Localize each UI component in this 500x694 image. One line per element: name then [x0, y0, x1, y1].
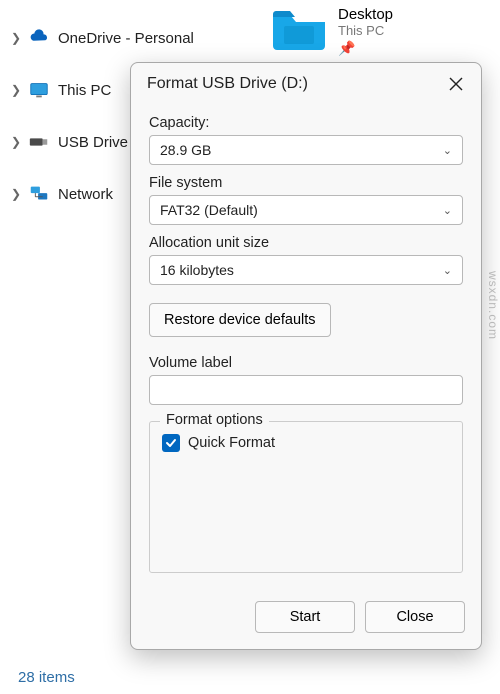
quick-format-label: Quick Format: [188, 435, 275, 451]
tree-item-onedrive[interactable]: ❯ OneDrive - Personal: [0, 18, 220, 58]
tree-item-label: OneDrive - Personal: [58, 30, 194, 47]
allocation-select[interactable]: 16 kilobytes ⌄: [149, 255, 463, 285]
chevron-down-icon: ⌄: [443, 204, 452, 217]
check-icon: [165, 437, 177, 449]
capacity-label: Capacity:: [149, 115, 463, 131]
filesystem-value: FAT32 (Default): [160, 202, 258, 218]
tree-item-label: USB Drive: [58, 134, 128, 151]
format-options-legend: Format options: [160, 412, 269, 428]
network-icon: [28, 183, 50, 205]
thispc-icon: [28, 79, 50, 101]
pin-icon: 📌: [338, 40, 393, 57]
chevron-right-icon: ❯: [8, 187, 24, 201]
close-button[interactable]: [445, 73, 467, 95]
allocation-value: 16 kilobytes: [160, 262, 234, 278]
status-bar-items: 28 items: [18, 669, 75, 686]
format-dialog: Format USB Drive (D:) Capacity: 28.9 GB …: [130, 62, 482, 650]
allocation-label: Allocation unit size: [149, 235, 463, 251]
restore-defaults-button[interactable]: Restore device defaults: [149, 303, 331, 337]
volume-label-input[interactable]: [149, 375, 463, 405]
format-options-group: Format options Quick Format: [149, 421, 463, 573]
chevron-right-icon: ❯: [8, 135, 24, 149]
tree-item-label: Network: [58, 186, 113, 203]
chevron-right-icon: ❯: [8, 31, 24, 45]
capacity-value: 28.9 GB: [160, 142, 211, 158]
close-icon: [449, 77, 463, 91]
close-dialog-button[interactable]: Close: [365, 601, 465, 633]
chevron-down-icon: ⌄: [443, 144, 452, 157]
item-title: Desktop: [338, 6, 393, 23]
content-item-desktop[interactable]: Desktop This PC 📌: [270, 6, 393, 57]
folder-icon: [270, 6, 328, 52]
capacity-select[interactable]: 28.9 GB ⌄: [149, 135, 463, 165]
usb-icon: [28, 131, 50, 153]
volume-label: Volume label: [149, 355, 463, 371]
item-subtitle: This PC: [338, 23, 393, 38]
chevron-down-icon: ⌄: [443, 264, 452, 277]
filesystem-label: File system: [149, 175, 463, 191]
onedrive-icon: [28, 27, 50, 49]
start-button[interactable]: Start: [255, 601, 355, 633]
quick-format-checkbox[interactable]: [162, 434, 180, 452]
dialog-title-text: Format USB Drive (D:): [147, 75, 308, 93]
tree-item-label: This PC: [58, 82, 111, 99]
filesystem-select[interactable]: FAT32 (Default) ⌄: [149, 195, 463, 225]
chevron-right-icon: ❯: [8, 83, 24, 97]
watermark: wsxdn.com: [486, 271, 500, 340]
